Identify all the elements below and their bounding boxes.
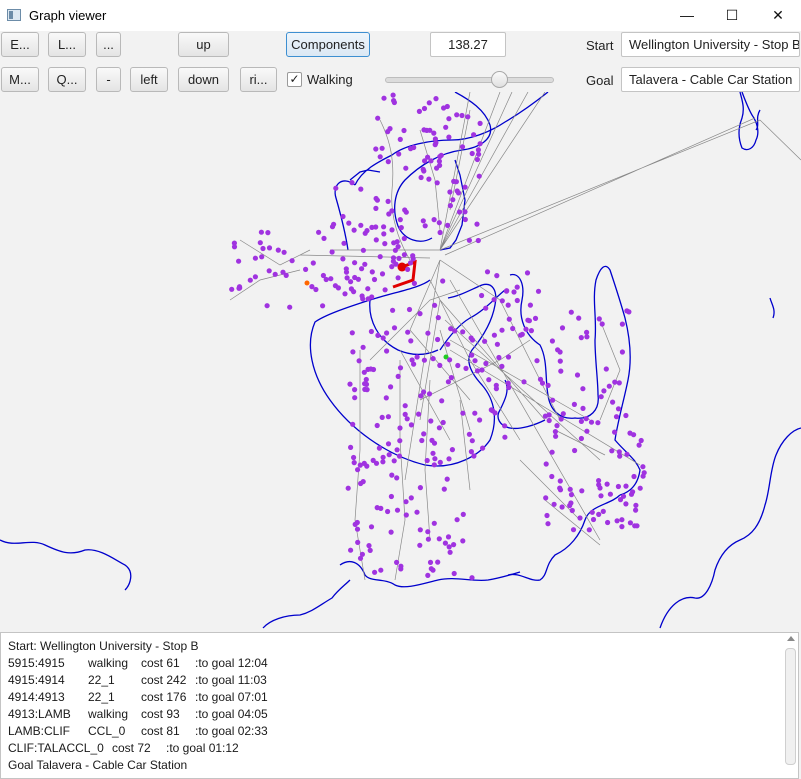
minimize-icon[interactable]: — (664, 0, 710, 31)
title-bar: Graph viewer — ☐ ✕ (0, 0, 801, 31)
stop-nodes (229, 92, 647, 581)
log-row: 4915:4914 22_1 cost 242:to goal 11:03 (8, 673, 267, 687)
start-label: Start (586, 38, 614, 53)
window-title: Graph viewer (29, 8, 107, 23)
route-log[interactable]: Start: Wellington University - Stop B 59… (0, 632, 799, 779)
components-button[interactable]: Components (286, 32, 370, 57)
map-canvas[interactable] (0, 92, 801, 630)
close-icon[interactable]: ✕ (755, 0, 801, 31)
app-icon (7, 9, 21, 21)
more-button[interactable]: ... (96, 32, 121, 57)
query-button[interactable]: Q... (48, 67, 86, 92)
speed-slider[interactable] (385, 77, 554, 83)
zoom-out-button[interactable]: - (96, 67, 121, 92)
scroll-up-icon[interactable] (787, 636, 795, 641)
load-button[interactable]: L... (48, 32, 86, 57)
log-scrollbar[interactable] (785, 648, 796, 765)
maximize-icon[interactable]: ☐ (709, 0, 755, 31)
transit-edges (229, 92, 801, 581)
slider-thumb[interactable] (491, 71, 508, 88)
pan-right-button[interactable]: ri... (240, 67, 277, 92)
goal-stop-field[interactable]: Talavera - Cable Car Station (621, 67, 800, 92)
log-row: LAMB:CLIF CCL_0 cost 81:to goal 02:33 (8, 724, 268, 738)
log-row: 4914:4913 22_1 cost 176:to goal 07:01 (8, 690, 268, 704)
start-stop-field[interactable]: Wellington University - Stop B (621, 32, 800, 57)
log-goal-line: Goal Talavera - Cable Car Station (8, 758, 188, 772)
zoom-field[interactable]: 138.27 (430, 32, 506, 57)
checkmark-icon: ✓ (289, 72, 300, 86)
pan-left-button[interactable]: left (130, 67, 168, 92)
walking-label: Walking (307, 72, 353, 87)
map-button[interactable]: M... (1, 67, 39, 92)
log-row: 4913:LAMB walking cost 93:to goal 04:05 (8, 707, 268, 721)
pan-down-button[interactable]: down (178, 67, 229, 92)
pan-up-button[interactable]: up (178, 32, 229, 57)
edit-button[interactable]: E... (1, 32, 39, 57)
walking-checkbox[interactable]: ✓ (287, 72, 302, 87)
log-row: 5915:4915 walking cost 61:to goal 12:04 (8, 656, 268, 670)
goal-label: Goal (586, 73, 614, 88)
log-start-line: Start: Wellington University - Stop B (8, 639, 199, 653)
log-row: CLIF:TALACCL_0 cost 72:to goal 01:12 (8, 741, 239, 755)
start-marker (304, 280, 310, 286)
